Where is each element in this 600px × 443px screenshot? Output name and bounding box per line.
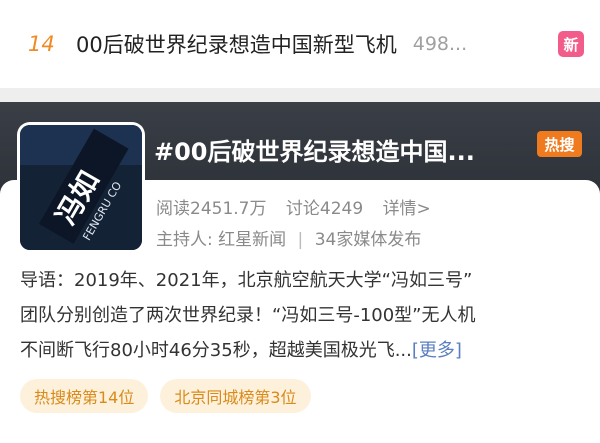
more-link[interactable]: [更多] — [412, 340, 462, 361]
intro-line: 团队分别创造了两次世界纪录！“冯如三号-100型”无人机 — [20, 305, 476, 326]
topic-intro: 导语：2019年、2021年，北京航空航天大学“冯如三号” 团队分别创造了两次世… — [20, 263, 585, 368]
rank-title[interactable]: 00后破世界纪录想造中国新型飞机 — [76, 29, 397, 59]
details-link[interactable]: 详情> — [383, 199, 431, 219]
topic-stats: 阅读2451.7万 讨论4249 详情> — [156, 194, 445, 219]
host-separator: | — [297, 230, 304, 250]
topic-thumbnail[interactable]: 冯如 FENGRU CO — [20, 125, 142, 250]
topic-tags: 热搜榜第14位 北京同城榜第3位 — [20, 379, 311, 413]
intro-line: 导语：2019年、2021年，北京航空航天大学“冯如三号” — [20, 270, 473, 291]
discussion-count: 讨论4249 — [285, 199, 364, 219]
tag-city-rank[interactable]: 北京同城榜第3位 — [160, 379, 311, 413]
intro-line-last: 不间断飞行80小时46分35秒，超越美国极光飞...[更多] — [20, 333, 585, 368]
topic-title[interactable]: #00后破世界纪录想造中国... — [154, 132, 475, 167]
media-count[interactable]: 34家媒体发布 — [315, 230, 422, 250]
new-badge: 新 — [558, 31, 584, 57]
hot-badge: 热搜 — [537, 131, 582, 157]
section-divider — [0, 88, 600, 102]
read-count: 阅读2451.7万 — [156, 199, 267, 219]
host-name[interactable]: 红星新闻 — [218, 230, 286, 250]
rank-count: 498... — [412, 33, 468, 55]
hot-search-row[interactable]: 14 00后破世界纪录想造中国新型飞机 498... 新 — [0, 0, 600, 88]
host-info: 主持人: 红星新闻 | 34家媒体发布 — [156, 225, 421, 250]
tag-hot-search-rank[interactable]: 热搜榜第14位 — [20, 379, 149, 413]
thumbnail-image-icon: 冯如 FENGRU CO — [20, 125, 142, 250]
intro-line: 不间断飞行80小时46分35秒，超越美国极光飞... — [20, 340, 412, 361]
host-label: 主持人: — [156, 230, 213, 250]
rank-number: 14 — [28, 32, 55, 56]
